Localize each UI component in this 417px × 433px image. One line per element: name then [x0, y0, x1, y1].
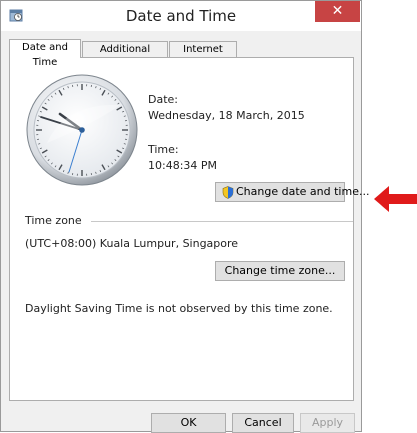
date-label: Date:: [148, 93, 178, 106]
change-date-time-button[interactable]: Change date and time...: [215, 182, 345, 202]
cancel-label: Cancel: [244, 416, 281, 429]
apply-label: Apply: [312, 416, 343, 429]
tab-date-and-time[interactable]: Date and Time: [9, 39, 81, 58]
time-label: Time:: [148, 143, 179, 156]
tab-additional-clocks[interactable]: Additional Clocks: [82, 41, 168, 57]
tab-internet-time[interactable]: Internet Time: [169, 41, 237, 57]
time-zone-value: (UTC+08:00) Kuala Lumpur, Singapore: [25, 237, 238, 250]
change-date-time-label: Change date and time...: [236, 183, 369, 201]
red-arrow-pointer-icon: [374, 186, 417, 212]
close-icon: ✕: [332, 3, 344, 19]
change-time-zone-label: Change time zone...: [225, 264, 336, 277]
apply-button[interactable]: Apply: [300, 413, 355, 433]
change-time-zone-button[interactable]: Change time zone...: [215, 261, 345, 281]
ok-label: OK: [181, 416, 197, 429]
close-button[interactable]: ✕: [315, 1, 360, 22]
time-value: 10:48:34 PM: [148, 159, 217, 172]
section-divider: [91, 221, 353, 222]
uac-shield-icon: [222, 186, 234, 199]
cancel-button[interactable]: Cancel: [232, 413, 294, 433]
analog-clock-icon: [25, 73, 140, 188]
date-time-dialog: Date and Time ✕ Date and Time Additional…: [0, 0, 362, 432]
title-bar[interactable]: Date and Time ✕: [1, 1, 361, 31]
window-title: Date and Time: [1, 7, 361, 25]
time-zone-section-label: Time zone: [25, 214, 82, 227]
ok-button[interactable]: OK: [151, 413, 226, 433]
date-value: Wednesday, 18 March, 2015: [148, 109, 305, 122]
dst-note: Daylight Saving Time is not observed by …: [25, 302, 333, 315]
